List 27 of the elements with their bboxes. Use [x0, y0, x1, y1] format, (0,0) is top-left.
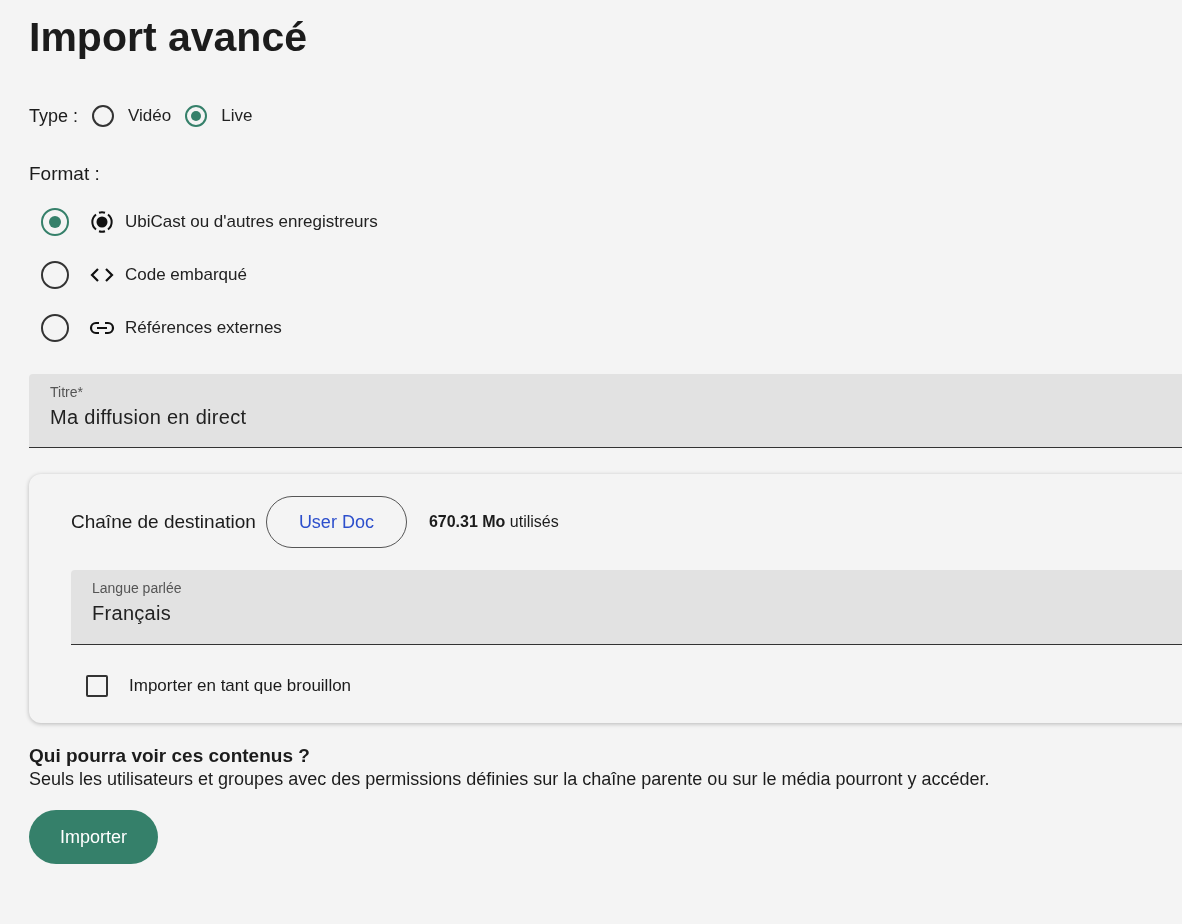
checkbox-label: Importer en tant que brouillon	[129, 676, 352, 696]
radio-label: Code embarqué	[125, 264, 247, 285]
radio-label: Vidéo	[128, 106, 172, 126]
title-input[interactable]: Ma diffusion en direct	[50, 406, 1171, 429]
page-title: Import avancé	[29, 14, 307, 61]
storage-usage: 670.31 Mo utilisés	[428, 513, 559, 531]
visibility-text: Seuls les utilisateurs et groupes avec des permissions définies sur la chaîne parente ou sur le média pourront y accéder.	[29, 769, 991, 790]
field-label: Titre*	[50, 384, 84, 400]
radio-label: Live	[221, 106, 253, 126]
destination-label: Chaîne de destination	[71, 511, 256, 533]
language-input[interactable]: Français	[92, 602, 1181, 625]
record-icon	[89, 208, 115, 235]
field-label: Langue parlée	[92, 580, 183, 596]
radio-button[interactable]	[92, 105, 115, 127]
radio-label: UbiCast ou d'autres enregistreurs	[125, 211, 378, 232]
title-field[interactable]: Titre* Ma diffusion en direct	[29, 374, 1182, 448]
language-field[interactable]: Langue parlée Français	[71, 570, 1182, 645]
format-label: Format :	[29, 163, 101, 185]
radio-label: Références externes	[125, 317, 282, 338]
radio-button[interactable]	[41, 260, 69, 289]
radio-button[interactable]	[41, 313, 69, 342]
section-heading: Qui pourra voir ces contenus ?	[29, 745, 311, 767]
radio-button[interactable]	[185, 105, 208, 127]
checkbox[interactable]	[86, 675, 108, 697]
type-label: Type :	[29, 105, 79, 127]
radio-button[interactable]	[41, 207, 69, 236]
import-button[interactable]: Importer	[29, 810, 159, 864]
